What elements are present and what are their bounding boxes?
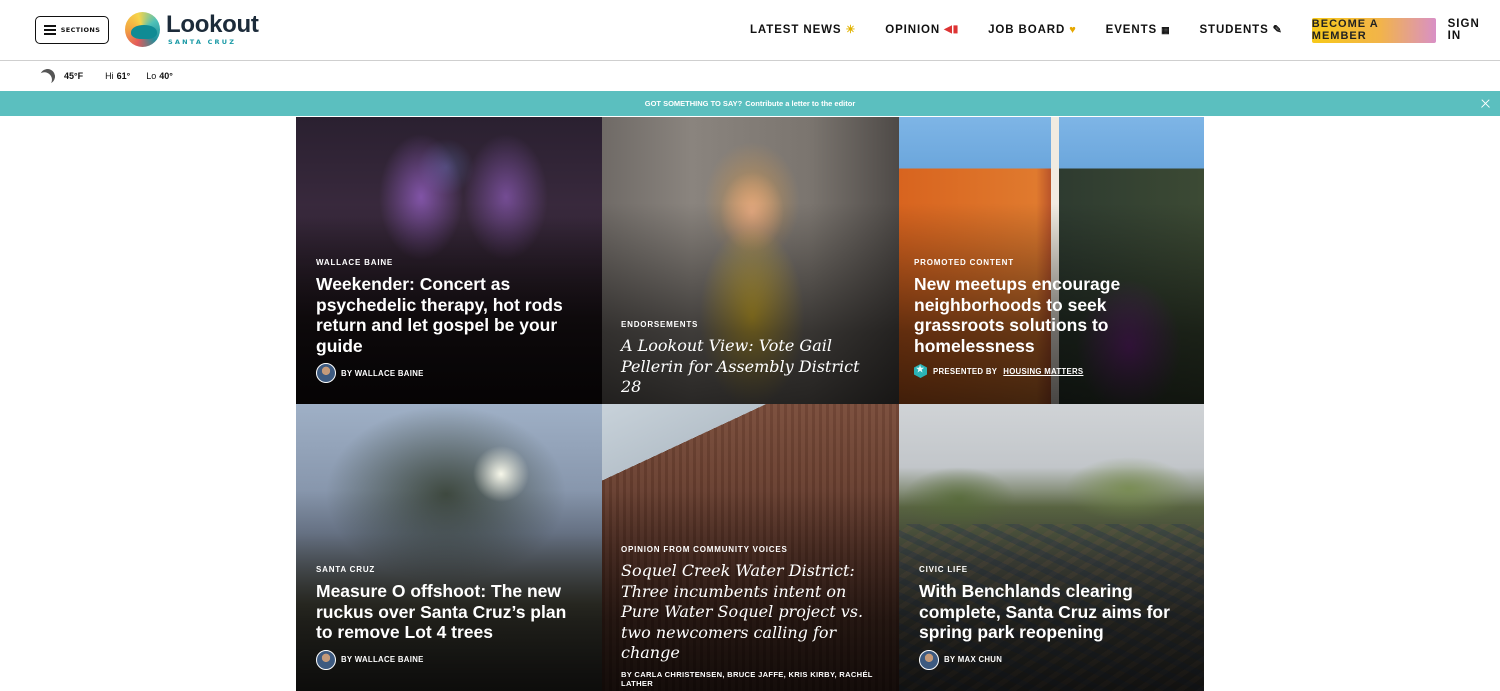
story-headline[interactable]: With Benchlands clearing complete, Santa… [919,581,1184,643]
calendar-icon: ▦ [1161,24,1171,35]
story-byline: BY CARLA CHRISTENSEN, BRUCE JAFFE, KRIS … [621,669,873,688]
site-header: SECTIONS Lookout SANTA CRUZ LATEST NEWS … [0,0,1500,61]
avatar [919,649,939,670]
high-temp: Hi 61° [105,71,131,81]
story-byline: BY MAX CHUN [919,649,1184,670]
story-card[interactable]: PROMOTED CONTENT New meetups encourage n… [899,117,1204,404]
nav-opinion[interactable]: OPINION ◀▮ [885,24,959,36]
story-card[interactable]: WALLACE BAINE Weekender: Concert as psyc… [296,117,602,404]
story-headline[interactable]: Weekender: Concert as psychedelic therap… [316,274,582,356]
low-temp: Lo 40° [146,71,173,81]
avatar [316,363,336,383]
moon-icon [38,66,57,85]
nav-students[interactable]: STUDENTS ✎ [1199,24,1282,36]
sponsor-link[interactable]: HOUSING MATTERS [1003,367,1083,376]
hamburger-icon [43,25,56,35]
heart-icon: ♥ [1069,23,1077,36]
story-grid: WALLACE BAINE Weekender: Concert as psyc… [296,117,1204,691]
story-card[interactable]: SANTA CRUZ Measure O offshoot: The new r… [296,404,602,691]
wave-logo-icon [125,12,160,47]
nav-job-board[interactable]: JOB BOARD ♥ [988,24,1077,36]
story-kicker[interactable]: SANTA CRUZ [316,565,582,574]
become-member-button[interactable]: BECOME A MEMBER [1311,17,1436,43]
sections-label: SECTIONS [60,26,101,34]
megaphone-icon: ◀▮ [944,24,960,35]
logo-name: Lookout [166,11,259,39]
star-badge-icon [914,364,927,378]
banner-link[interactable]: Contribute a letter to the editor [745,99,855,108]
letters-banner: GOT SOMETHING TO SAY? Contribute a lette… [0,91,1500,116]
logo-subtitle: SANTA CRUZ [168,38,237,47]
sections-menu-button[interactable]: SECTIONS [35,16,109,44]
story-headline[interactable]: New meetups encourage neighborhoods to s… [914,274,1184,356]
nav-latest-news[interactable]: LATEST NEWS ☀ [750,24,856,36]
story-kicker[interactable]: CIVIC LIFE [919,565,1184,574]
story-byline: BY WALLACE BAINE [316,649,582,670]
story-kicker[interactable]: ENDORSEMENTS [621,320,879,329]
story-byline: BY WALLACE BAINE [316,363,582,383]
current-temp: 45°F [64,71,84,81]
avatar [316,649,336,670]
banner-prefix: GOT SOMETHING TO SAY? [644,99,743,108]
story-kicker[interactable]: PROMOTED CONTENT [914,258,1184,267]
story-card[interactable]: ENDORSEMENTS A Lookout View: Vote Gail P… [602,117,899,404]
story-card[interactable]: CIVIC LIFE With Benchlands clearing comp… [899,404,1204,691]
story-kicker[interactable]: WALLACE BAINE [316,258,582,267]
story-headline[interactable]: Soquel Creek Water District: Three incum… [621,561,879,664]
main-nav: LATEST NEWS ☀ OPINION ◀▮ JOB BOARD ♥ EVE… [750,17,1500,43]
story-card[interactable]: OPINION FROM COMMUNITY VOICES Soquel Cre… [602,404,899,691]
presented-by: PRESENTED BY HOUSING MATTERS [914,364,1184,378]
weather-widget: 45°F Hi 61° Lo 40° [40,66,173,86]
story-headline[interactable]: Measure O offshoot: The new ruckus over … [316,581,582,643]
nav-events[interactable]: EVENTS ▦ [1106,24,1171,36]
site-logo[interactable]: Lookout SANTA CRUZ [125,12,259,47]
sun-icon: ☀ [845,23,857,36]
close-icon[interactable] [1480,98,1491,109]
story-headline[interactable]: A Lookout View: Vote Gail Pellerin for A… [621,336,879,398]
sign-in-link[interactable]: SIGN IN [1448,18,1493,42]
pencil-icon: ✎ [1272,23,1283,36]
story-kicker[interactable]: OPINION FROM COMMUNITY VOICES [621,545,879,554]
